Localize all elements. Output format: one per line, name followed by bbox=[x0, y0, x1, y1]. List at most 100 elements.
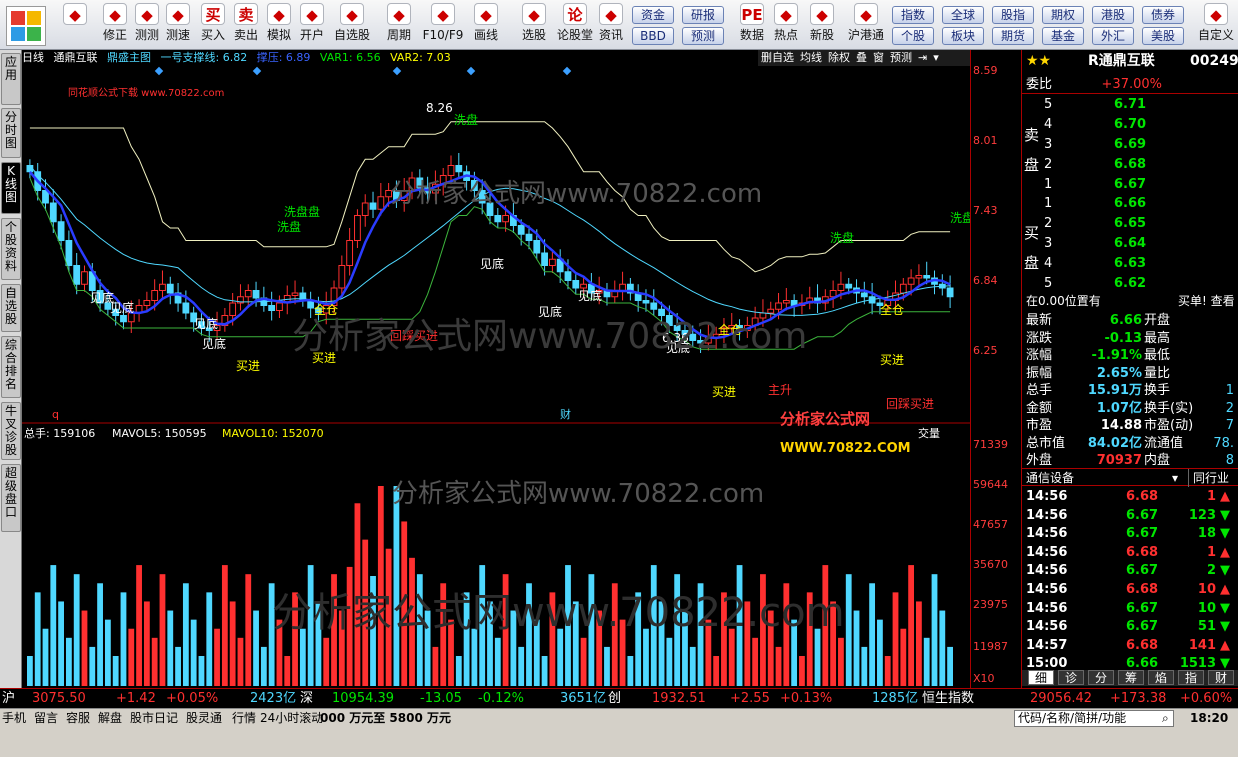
quick-button-bottom-4[interactable]: 期货 bbox=[992, 27, 1034, 45]
sell-level-row[interactable]: 1 6.67 bbox=[1022, 176, 1238, 194]
pen-icon: ◆ bbox=[474, 3, 498, 25]
quick-button-top-7[interactable]: 债券 bbox=[1142, 6, 1184, 24]
kline-menu-item-5[interactable]: 预测 bbox=[890, 51, 912, 64]
same-industry-tab[interactable]: 同行业 bbox=[1188, 469, 1229, 487]
left-tab-3[interactable]: 个股资料 bbox=[1, 218, 21, 280]
buy-order-link[interactable]: 买单! 查看 bbox=[1178, 292, 1235, 310]
left-tab-0[interactable]: 应用 bbox=[1, 53, 21, 105]
volume-mode-label[interactable]: 交量 bbox=[918, 426, 940, 440]
dropdown-icon[interactable]: ▾ bbox=[1172, 469, 1178, 487]
quick-button-top-4[interactable]: 股指 bbox=[992, 6, 1034, 24]
quick-button-top-3[interactable]: 全球 bbox=[942, 6, 984, 24]
quick-button-bottom-3[interactable]: 板块 bbox=[942, 27, 984, 45]
tick-price: 6.67 bbox=[1126, 507, 1159, 523]
left-tab-4[interactable]: 自选股 bbox=[1, 284, 21, 332]
bottom-menu-item-4[interactable]: 股市日记 bbox=[130, 709, 178, 727]
quick-button-bottom-1[interactable]: 预测 bbox=[682, 27, 724, 45]
bottom-menu-item-1[interactable]: 留言 bbox=[34, 709, 58, 727]
bottom-menu-item-0[interactable]: 手机 bbox=[2, 709, 26, 727]
dropdown-icon[interactable]: ▾ bbox=[933, 51, 939, 64]
sell-level-row[interactable]: 3 6.69 bbox=[1022, 136, 1238, 154]
quick-button-top-0[interactable]: 资金 bbox=[632, 6, 674, 24]
left-tab-6[interactable]: 牛叉诊股 bbox=[1, 402, 21, 460]
quick-button-top-1[interactable]: 研报 bbox=[682, 6, 724, 24]
kline-menu-item-0[interactable]: 删自选 bbox=[761, 51, 794, 64]
toolbar-lock-button[interactable]: ◆ 开户 bbox=[296, 3, 328, 47]
quick-button-top-5[interactable]: 期权 bbox=[1042, 6, 1084, 24]
bottom-menu-item-6[interactable]: 行情 bbox=[232, 709, 256, 727]
quick-button-bottom-5[interactable]: 基金 bbox=[1042, 27, 1084, 45]
toolbar-news-button[interactable]: ◆ 资讯 bbox=[596, 3, 626, 47]
sh-label[interactable]: 沪 bbox=[2, 689, 15, 708]
left-tab-1[interactable]: 分时图 bbox=[1, 108, 21, 158]
kline-menu-item-2[interactable]: 除权 bbox=[828, 51, 850, 64]
sell-level-row[interactable]: 5 6.71 bbox=[1022, 96, 1238, 114]
quote-tab-3[interactable]: 筹 bbox=[1118, 670, 1144, 685]
buy-level-row[interactable]: 5 6.62 bbox=[1022, 275, 1238, 293]
buy-level-row[interactable]: 1 6.66 bbox=[1022, 195, 1238, 213]
quote-tab-4[interactable]: 焰 bbox=[1148, 670, 1174, 685]
toolbar-clock-button[interactable]: ◆ 测测 bbox=[132, 3, 162, 47]
toolbar-up-down-arrow-button[interactable]: ◆ 修正 bbox=[100, 3, 130, 47]
toolbar-buy-char-button[interactable]: 买买入 bbox=[198, 3, 228, 47]
kline-menu-item-1[interactable]: 均线 bbox=[800, 51, 822, 64]
toolbar-shhk-button[interactable]: ◆ 沪港通 bbox=[844, 3, 888, 47]
toolbar-star-button[interactable]: ◆ 自选股 bbox=[330, 3, 374, 47]
kline-menu-item-3[interactable]: 叠 bbox=[856, 51, 867, 64]
tick-row: 14:56 6.67 51 ▼ bbox=[1022, 618, 1238, 636]
left-tab-7[interactable]: 超级盘口 bbox=[1, 464, 21, 532]
indicator-name[interactable]: 鼎盛主图 bbox=[107, 51, 151, 64]
buy-level-row[interactable]: 4 6.63 bbox=[1022, 255, 1238, 273]
toolbar-stopwatch-button[interactable]: ◆ 测速 bbox=[162, 3, 194, 47]
bottom-menu-item-7[interactable]: 24小时滚动 bbox=[260, 709, 323, 727]
toolbar-hammer-button[interactable]: ◆ 模拟 bbox=[264, 3, 294, 47]
quote-tab-0[interactable]: 细 bbox=[1028, 670, 1054, 685]
pin-icon[interactable]: ⇥ bbox=[918, 51, 927, 64]
bottom-menu-item-3[interactable]: 解盘 bbox=[98, 709, 122, 727]
sz-label[interactable]: 深 bbox=[300, 689, 313, 708]
bottom-menu-item-2[interactable]: 容服 bbox=[66, 709, 90, 727]
kline-chart[interactable]: 总手: 159106 MAVOL5: 150595 MAVOL10: 152070 交… bbox=[22, 66, 970, 688]
bottom-menu-item-5[interactable]: 股灵通 bbox=[186, 709, 222, 727]
quote-tab-5[interactable]: 指 bbox=[1178, 670, 1204, 685]
toolbar-monitor-button[interactable]: ◆ 选股 bbox=[516, 3, 552, 47]
quick-button-top-2[interactable]: 指数 bbox=[892, 6, 934, 24]
toolbar-clock-cycle-button[interactable]: ◆ 周期 bbox=[380, 3, 418, 47]
kline-menu-item-4[interactable]: 窗 bbox=[873, 51, 884, 64]
quick-button-top-6[interactable]: 港股 bbox=[1092, 6, 1134, 24]
toolbar-pen-button[interactable]: ◆ 画线 bbox=[466, 3, 506, 47]
toolbar-button-label: 选股 bbox=[521, 28, 546, 42]
volume-bar bbox=[214, 628, 220, 686]
toolbar-forum-button[interactable]: 论论股堂 bbox=[554, 3, 596, 47]
buy-level-row[interactable]: 2 6.65 bbox=[1022, 215, 1238, 233]
buy-level-row[interactable]: 3 6.64 bbox=[1022, 235, 1238, 253]
sector-name[interactable]: 通信设备 bbox=[1026, 469, 1074, 487]
quote-tab-1[interactable]: 诊 bbox=[1058, 670, 1084, 685]
cy-label[interactable]: 创 bbox=[608, 689, 621, 708]
search-input[interactable]: 代码/名称/简拼/功能 bbox=[1014, 710, 1174, 727]
search-icon[interactable]: ⌕ bbox=[1162, 709, 1169, 727]
toolbar-custom-button[interactable]: ◆ 自定义 bbox=[1196, 3, 1236, 47]
toolbar-mobile-button[interactable]: ◆ 新股 bbox=[806, 3, 838, 47]
sell-level-row[interactable]: 4 6.70 bbox=[1022, 116, 1238, 134]
quick-button-bottom-6[interactable]: 外汇 bbox=[1092, 27, 1134, 45]
app-logo[interactable] bbox=[6, 6, 46, 46]
left-tab-5[interactable]: 综合排名 bbox=[1, 336, 21, 398]
toolbar-back-arrow-button[interactable]: ◆ bbox=[56, 3, 94, 47]
hk-label[interactable]: 恒生指数 bbox=[922, 689, 974, 708]
left-tab-2[interactable]: K线图 bbox=[1, 162, 21, 214]
period-label[interactable]: 日线 bbox=[22, 51, 44, 64]
toolbar-sell-char-button[interactable]: 卖卖出 bbox=[230, 3, 262, 47]
toolbar-document-button[interactable]: ◆ F10/F9 bbox=[420, 3, 466, 47]
sell-level-row[interactable]: 2 6.68 bbox=[1022, 156, 1238, 174]
quick-button-bottom-0[interactable]: BBD bbox=[632, 27, 674, 45]
quick-button-bottom-2[interactable]: 个股 bbox=[892, 27, 934, 45]
toolbar-pe-button[interactable]: PE 数据 bbox=[736, 3, 768, 47]
toolbar-fire-button[interactable]: ◆ 热点 bbox=[770, 3, 802, 47]
chart-annotation: 洗盘 bbox=[277, 219, 301, 234]
favorite-stars-icon[interactable]: ★★ bbox=[1026, 52, 1051, 70]
quick-button-bottom-7[interactable]: 美股 bbox=[1142, 27, 1184, 45]
quote-tab-6[interactable]: 财 bbox=[1208, 670, 1234, 685]
quote-tab-2[interactable]: 分 bbox=[1088, 670, 1114, 685]
news-ticker[interactable]: 000 万元至 5800 万元 bbox=[320, 709, 451, 727]
